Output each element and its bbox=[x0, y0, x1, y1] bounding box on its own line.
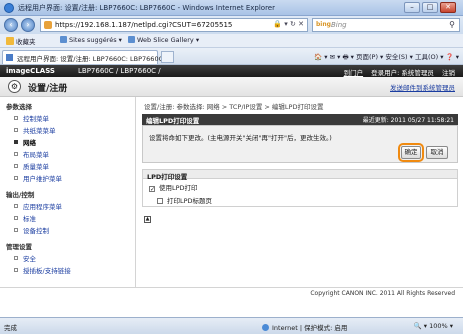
forward-button[interactable]: › bbox=[21, 18, 35, 32]
search-icon[interactable]: ⚲ bbox=[449, 20, 455, 29]
copyright-text: Copyright CANON INC. 2011 All Rights Res… bbox=[310, 290, 455, 297]
settings-icon: ⚙ bbox=[8, 80, 21, 93]
footer: Copyright CANON INC. 2011 All Rights Res… bbox=[0, 287, 463, 299]
back-button[interactable]: ‹ bbox=[4, 18, 18, 32]
cancel-button[interactable]: 取消 bbox=[426, 146, 448, 159]
brand-name: imageCLASS bbox=[6, 67, 55, 75]
ie-logo-icon bbox=[4, 3, 14, 13]
lpd-section-body: ✓ 使用LPD打印 打印LPD标题页 bbox=[142, 179, 458, 207]
star-icon bbox=[6, 37, 14, 45]
search-input[interactable]: Bing bbox=[331, 21, 347, 29]
zoom-control[interactable]: 🔍 ▾ 100% ▾ bbox=[414, 322, 453, 330]
lpd-section-header: LPD打印设置 bbox=[142, 169, 458, 181]
brand-bar: imageCLASS LBP7660C / LBP7660C / 到门户 登录用… bbox=[0, 65, 463, 77]
panel-title: 编辑LPD打印设置 bbox=[146, 117, 200, 125]
bing-icon: bing bbox=[316, 21, 331, 28]
login-user-label: 登录用户: 系统管理员 bbox=[371, 69, 434, 77]
page-title: 设置/注册 bbox=[28, 84, 68, 94]
sidebar-item-application-menu[interactable]: 应用程序菜单 bbox=[14, 201, 62, 211]
new-tab-button[interactable] bbox=[161, 51, 174, 63]
favorites-bar: 收藏夹 Sites suggérés ▾ Web Slice Gallery ▾ bbox=[0, 34, 463, 48]
page-content: imageCLASS LBP7660C / LBP7660C / 到门户 登录用… bbox=[0, 65, 463, 317]
window-title: 远程用户界面: 设置/注册: LBP7660C: LBP7660C - Wind… bbox=[18, 4, 275, 12]
panel-header: 编辑LPD打印设置 最近更新: 2011 05/27 11:58:21 bbox=[142, 114, 458, 125]
model-name: LBP7660C / LBP7660C / bbox=[78, 67, 161, 75]
use-lpd-printing-option: ✓ 使用LPD打印 bbox=[149, 184, 198, 193]
sidebar-item-device-control[interactable]: 设备控制 bbox=[14, 225, 49, 235]
print-banner-checkbox[interactable] bbox=[157, 198, 163, 204]
window-title-bar: 远程用户界面: 设置/注册: LBP7660C: LBP7660C - Wind… bbox=[0, 0, 463, 16]
sidebar-item-security[interactable]: 安全 bbox=[14, 253, 36, 263]
bullet-icon bbox=[14, 268, 18, 272]
bullet-icon bbox=[14, 256, 18, 260]
address-row: ‹ › https://192.168.1.187/netlpd.cgi?CSU… bbox=[0, 16, 463, 34]
settings-bar: ⚙ 设置/注册 发送邮件到系统管理员 bbox=[0, 77, 463, 97]
page-icon bbox=[128, 36, 135, 43]
logout-link[interactable]: 注销 bbox=[442, 69, 455, 77]
address-bar[interactable]: https://192.168.1.187/netlpd.cgi?CSUT=67… bbox=[40, 18, 308, 32]
bullet-icon bbox=[14, 140, 18, 144]
bullet-icon bbox=[14, 216, 18, 220]
sidebar-section-preferences: 参数选择 bbox=[6, 103, 32, 111]
page-blank-area bbox=[0, 299, 463, 317]
favorites-button[interactable]: 收藏夹 bbox=[6, 36, 36, 46]
sidebar-item-control-menu[interactable]: 控制菜单 bbox=[14, 113, 49, 123]
mail-admin-link[interactable]: 发送邮件到系统管理员 bbox=[390, 82, 455, 92]
sidebar-item-user-maintenance-menu[interactable]: 用户维护菜单 bbox=[14, 173, 62, 183]
page-icon bbox=[60, 36, 67, 43]
sidebar-section-management: 管理设置 bbox=[6, 243, 32, 251]
sidebar-item-quality-menu[interactable]: 质量菜单 bbox=[14, 161, 49, 171]
print-lpd-banner-option: 打印LPD标题页 bbox=[157, 195, 212, 205]
portal-link[interactable]: 到门户 bbox=[344, 69, 364, 77]
sidebar-item-support-links[interactable]: 授插板/支持链接 bbox=[14, 265, 71, 275]
header-links: 到门户 登录用户: 系统管理员 注销 bbox=[338, 67, 455, 77]
tab-active[interactable]: 远程用户界面: 设置/注册: LBP7660C: LBP7660C bbox=[2, 50, 163, 64]
tab-row: 远程用户界面: 设置/注册: LBP7660C: LBP7660C 🏠 ▾ ✉ … bbox=[0, 48, 463, 65]
sidebar-item-layout-menu[interactable]: 布局菜单 bbox=[14, 149, 49, 159]
page-icon bbox=[6, 54, 13, 61]
search-box[interactable]: bing Bing ⚲ bbox=[312, 18, 460, 32]
close-button[interactable]: ✕ bbox=[440, 2, 456, 13]
favorite-web-slice-gallery[interactable]: Web Slice Gallery ▾ bbox=[128, 36, 199, 44]
main-content: 设置/注册: 参数选择: 网络 > TCP/IP设置 > 编辑LPD打印设置 编… bbox=[138, 97, 463, 287]
ok-button[interactable]: 确定 bbox=[398, 143, 424, 162]
panel-body: 设置将命如下更改。(主电源开关"关闭"再"打开"后，更改生效。) 确定 取消 bbox=[142, 125, 458, 163]
bullet-icon bbox=[14, 152, 18, 156]
bullet-icon bbox=[14, 164, 18, 168]
bullet-icon bbox=[14, 176, 18, 180]
use-lpd-checkbox[interactable]: ✓ bbox=[149, 186, 155, 193]
favorite-sites-suggested[interactable]: Sites suggérés ▾ bbox=[60, 36, 122, 44]
command-bar[interactable]: 🏠 ▾ ✉ ▾ 🖶 ▾ 页面(P) ▾ 安全(S) ▾ 工具(O) ▾ ❓ ▾ bbox=[314, 51, 459, 64]
url-text: https://192.168.1.187/netlpd.cgi?CSUT=67… bbox=[55, 21, 233, 29]
minimize-button[interactable]: – bbox=[404, 2, 420, 13]
panel-message: 设置将命如下更改。(主电源开关"关闭"再"打开"后，更改生效。) bbox=[149, 134, 332, 142]
back-to-top-icon[interactable]: ▲ bbox=[144, 216, 151, 223]
sidebar-section-output-control: 输出/控制 bbox=[6, 191, 35, 199]
site-icon bbox=[44, 21, 52, 29]
security-zone: Internet | 保护模式: 启用 bbox=[262, 322, 347, 332]
sidebar-item-paper-menu[interactable]: 共纸菜菜单 bbox=[14, 125, 56, 135]
bullet-icon bbox=[14, 204, 18, 208]
maximize-button[interactable]: □ bbox=[422, 2, 438, 13]
last-updated: 最近更新: 2011 05/27 11:58:21 bbox=[362, 117, 454, 124]
sidebar-item-network[interactable]: 网络 bbox=[14, 137, 36, 147]
globe-icon bbox=[262, 324, 269, 331]
breadcrumb: 设置/注册: 参数选择: 网络 > TCP/IP设置 > 编辑LPD打印设置 bbox=[144, 103, 324, 111]
status-bar: 完成 Internet | 保护模式: 启用 🔍 ▾ 100% ▾ bbox=[0, 317, 463, 334]
address-buttons[interactable]: 🔒 ▾ ↻ ✕ bbox=[273, 20, 304, 28]
bullet-icon bbox=[14, 128, 18, 132]
status-text: 完成 bbox=[4, 324, 17, 332]
sidebar-item-standard[interactable]: 标准 bbox=[14, 213, 36, 223]
bullet-icon bbox=[14, 228, 18, 232]
bullet-icon bbox=[14, 116, 18, 120]
sidebar: 参数选择 控制菜单 共纸菜菜单 网络 布局菜单 质量菜单 用户维护菜单 输出/控… bbox=[0, 97, 136, 287]
